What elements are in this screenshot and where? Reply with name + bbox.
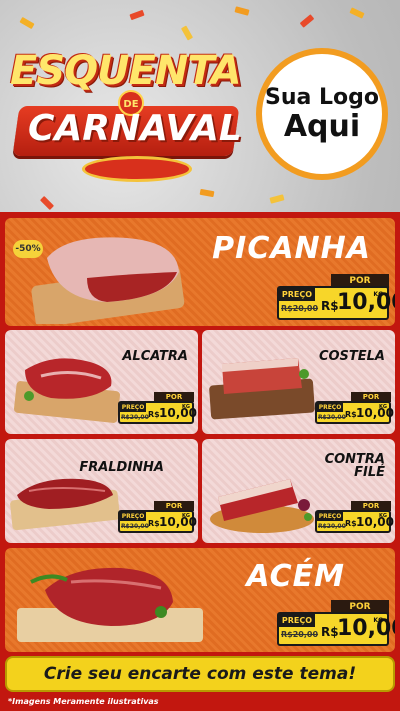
currency-symbol: R$ (345, 410, 357, 419)
price-box: PREÇO R$20,00 R$ 10,00 KG (118, 510, 197, 533)
old-price: R$20,00 (121, 414, 149, 421)
old-price: R$20,00 (318, 523, 346, 530)
currency-symbol: R$ (321, 625, 339, 639)
meat-image (31, 237, 185, 324)
cta-banner: Crie seu encarte com este tema! (5, 656, 395, 692)
title-line-1: ESQUENTA (10, 48, 242, 94)
currency-symbol: R$ (148, 410, 160, 419)
price-preco-label: PREÇO (279, 614, 315, 627)
price-tag: POR PREÇO R$20,00 R$ 10,00 KG (315, 392, 394, 424)
old-price: R$20,00 (318, 414, 346, 421)
price-box: PREÇO R$20,00 R$ 10,00 KG (315, 401, 394, 424)
logo-text-line-2: Aqui (283, 109, 361, 144)
flyer: ESQUENTA DE CARNAVAL Sua Logo Aqui -50% … (0, 0, 400, 711)
price-box: PREÇO R$20,00 R$ 10,00 KG (277, 286, 395, 320)
current-price: 10,00 (159, 406, 197, 420)
old-price: R$20,00 (281, 630, 319, 639)
product-name: CONTRA FILÉ (325, 453, 385, 479)
price-tag: POR PREÇO R$20,00 R$ 10,00 KG (277, 274, 395, 320)
confetti-piece (180, 25, 194, 41)
meat-image (14, 358, 120, 423)
price-preco-label: PREÇO (120, 512, 146, 521)
product-card-alcatra: ALCATRA POR PREÇO R$20,00 R$ 10,00 KG (5, 330, 198, 434)
confetti-piece (349, 7, 365, 19)
logo-text-line-1: Sua Logo (264, 85, 379, 110)
price-box: PREÇO R$20,00 R$ 10,00 KG (315, 510, 394, 533)
price-preco-label: PREÇO (317, 512, 343, 521)
price-box: PREÇO R$20,00 R$ 10,00 KG (118, 401, 197, 424)
title-line-2: CARNAVAL (28, 108, 242, 149)
price-tag: POR PREÇO R$20,00 R$ 10,00 KG (315, 501, 394, 533)
product-card-acem: ACÉM POR PREÇO R$20,00 R$ 10,00 KG (5, 548, 395, 652)
product-card-contra-file: CONTRA FILÉ POR PREÇO R$20,00 R$ 10,00 K… (202, 439, 395, 543)
price-tag: POR PREÇO R$20,00 R$ 10,00 KG (118, 392, 197, 424)
unit-label: KG (182, 513, 190, 519)
meat-image (209, 358, 315, 420)
unit-label: KG (373, 291, 383, 298)
current-price: 10,00 (337, 616, 395, 641)
product-name: FRALDINHA (79, 460, 164, 475)
old-price: R$20,00 (121, 523, 149, 530)
currency-symbol: R$ (345, 519, 357, 528)
cta-text: Crie seu encarte com este tema! (43, 664, 357, 684)
meat-image (10, 478, 120, 531)
product-name: ACÉM (246, 559, 345, 594)
confetti-piece (234, 6, 250, 16)
currency-symbol: R$ (148, 519, 160, 528)
disclaimer-text: *Imagens Meramente ilustrativas (8, 697, 159, 706)
confetti-piece (129, 9, 145, 21)
currency-symbol: R$ (321, 299, 339, 313)
product-card-picanha: -50% PICANHA POR PREÇO R$20,00 R$ 10,00 … (5, 218, 395, 326)
current-price: 10,00 (356, 406, 394, 420)
unit-label: KG (379, 513, 387, 519)
unit-label: KG (379, 404, 387, 410)
price-preco-label: PREÇO (120, 403, 146, 412)
product-name: PICANHA (212, 231, 371, 266)
current-price: 10,00 (159, 515, 197, 529)
event-title: ESQUENTA DE CARNAVAL (10, 48, 245, 188)
drum-decoration (82, 156, 192, 182)
meat-image (17, 567, 203, 642)
header: ESQUENTA DE CARNAVAL Sua Logo Aqui (0, 0, 400, 215)
logo-placeholder: Sua Logo Aqui (256, 48, 388, 180)
product-name: COSTELA (318, 349, 385, 364)
price-tag: POR PREÇO R$20,00 R$ 10,00 KG (118, 501, 197, 533)
meat-image (210, 479, 314, 533)
current-price: 10,00 (337, 290, 395, 315)
confetti-piece (39, 195, 55, 211)
unit-label: KG (373, 617, 383, 624)
old-price: R$20,00 (281, 304, 319, 313)
product-name-line-2: FILÉ (354, 465, 385, 480)
price-tag: POR PREÇO R$20,00 R$ 10,00 KG (277, 600, 395, 646)
current-price: 10,00 (356, 515, 394, 529)
product-card-costela: COSTELA POR PREÇO R$20,00 R$ 10,00 KG (202, 330, 395, 434)
price-box: PREÇO R$20,00 R$ 10,00 KG (277, 612, 395, 646)
confetti-piece (269, 194, 285, 204)
confetti-piece (199, 188, 215, 198)
product-name: ALCATRA (122, 349, 188, 364)
confetti-piece (19, 16, 35, 30)
unit-label: KG (182, 404, 190, 410)
confetti-piece (299, 14, 315, 28)
price-preco-label: PREÇO (317, 403, 343, 412)
product-card-fraldinha: FRALDINHA POR PREÇO R$20,00 R$ 10,00 KG (5, 439, 198, 543)
price-preco-label: PREÇO (279, 288, 315, 301)
